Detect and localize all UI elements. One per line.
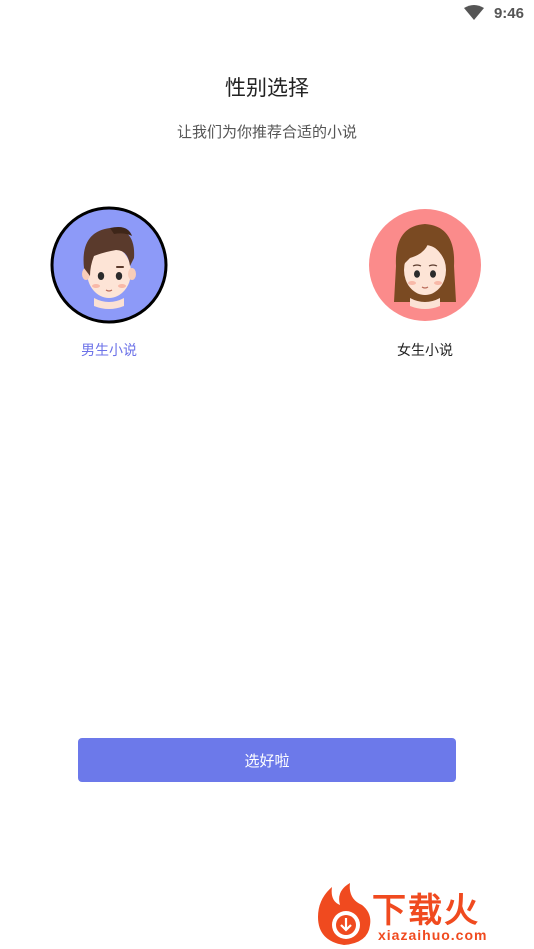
status-time: 9:46	[493, 5, 524, 22]
page-title: 性别选择	[225, 76, 309, 100]
status-bar: 9:46	[0, 0, 534, 28]
watermark: 下载火 xiazaihuo.com	[312, 881, 528, 947]
wifi-icon	[464, 5, 484, 20]
watermark-text: 下载火	[372, 891, 480, 931]
male-novel-label: 男生小说	[81, 343, 137, 359]
male-avatar-icon	[50, 206, 168, 324]
flame-logo-icon	[318, 883, 371, 945]
confirm-button[interactable]: 选好啦	[78, 738, 456, 782]
female-novel-option[interactable]: 女生小说	[345, 206, 505, 360]
male-novel-option[interactable]: 男生小说	[29, 206, 189, 360]
page-subtitle: 让我们为你推荐合适的小说	[176, 123, 357, 141]
female-avatar-icon	[369, 209, 481, 321]
watermark-url: xiazaihuo.com	[378, 927, 488, 943]
female-novel-label: 女生小说	[397, 343, 453, 359]
